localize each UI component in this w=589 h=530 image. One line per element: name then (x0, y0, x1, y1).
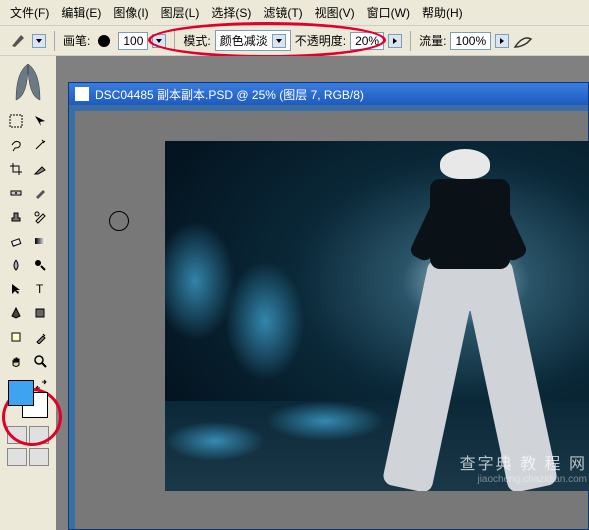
document-content[interactable]: 查字典 教 程 网 jiaocheng.chazidian.com (75, 111, 588, 529)
stamp-tool[interactable] (5, 206, 27, 228)
brush-size-input[interactable]: 100 (118, 32, 148, 50)
menu-layer[interactable]: 图层(L) (155, 2, 206, 23)
brush-cursor-icon (109, 211, 129, 231)
opacity-input[interactable]: 20% (350, 32, 384, 50)
menu-bar: 文件(F) 编辑(E) 图像(I) 图层(L) 选择(S) 滤镜(T) 视图(V… (0, 0, 589, 26)
menu-window[interactable]: 窗口(W) (361, 2, 416, 23)
lasso-tool[interactable] (5, 134, 27, 156)
blend-mode-value: 颜色减淡 (220, 32, 268, 49)
mode-label: 模式: (183, 32, 210, 49)
image-glow (265, 401, 385, 441)
opacity-slider-toggle[interactable] (388, 34, 402, 48)
menu-edit[interactable]: 编辑(E) (55, 2, 107, 23)
app-logo-icon (4, 60, 52, 108)
shape-tool[interactable] (29, 302, 51, 324)
svg-text:T: T (36, 282, 44, 296)
pen-tool[interactable] (5, 302, 27, 324)
separator (174, 31, 175, 51)
menu-image[interactable]: 图像(I) (107, 2, 154, 23)
foreground-swatch[interactable] (8, 380, 34, 406)
flow-slider-toggle[interactable] (495, 34, 509, 48)
menu-select[interactable]: 选择(S) (205, 2, 257, 23)
workspace: T (0, 56, 589, 530)
type-tool[interactable]: T (29, 278, 51, 300)
crop-tool[interactable] (5, 158, 27, 180)
opacity-label: 不透明度: (295, 32, 346, 49)
marquee-tool[interactable] (5, 110, 27, 132)
history-brush-tool[interactable] (29, 206, 51, 228)
canvas-area: DSC04485 副本副本.PSD @ 25% (图层 7, RGB/8) (56, 56, 589, 530)
color-swatch-area (6, 378, 50, 418)
menu-help[interactable]: 帮助(H) (416, 2, 469, 23)
watermark-text: 查字典 教 程 网 (460, 456, 587, 473)
swap-colors-icon[interactable] (34, 378, 48, 392)
flow-label: 流量: (419, 32, 446, 49)
tool-preset-dropdown[interactable] (32, 34, 46, 48)
gradient-tool[interactable] (29, 230, 51, 252)
zoom-tool[interactable] (29, 350, 51, 372)
canvas-image[interactable]: 查字典 教 程 网 jiaocheng.chazidian.com (165, 141, 589, 491)
quickmask-on[interactable] (29, 426, 49, 444)
brush-dropdown[interactable] (152, 34, 166, 48)
brush-preview-icon[interactable] (94, 31, 114, 51)
tool-grid: T (5, 110, 51, 372)
quickmask-off[interactable] (7, 426, 27, 444)
separator (410, 31, 411, 51)
heal-tool[interactable] (5, 182, 27, 204)
toolbox: T (0, 56, 56, 530)
menu-view[interactable]: 视图(V) (309, 2, 361, 23)
wand-tool[interactable] (29, 134, 51, 156)
image-glow (165, 421, 265, 461)
brush-tool[interactable] (29, 182, 51, 204)
screen-standard[interactable] (7, 448, 27, 466)
menu-file[interactable]: 文件(F) (4, 2, 55, 23)
image-glow (225, 261, 305, 381)
slice-tool[interactable] (29, 158, 51, 180)
path-select-tool[interactable] (5, 278, 27, 300)
document-icon (75, 87, 89, 101)
screen-full-menu[interactable] (29, 448, 49, 466)
eyedropper-tool[interactable] (29, 326, 51, 348)
document-title: DSC04485 副本副本.PSD @ 25% (图层 7, RGB/8) (95, 86, 364, 103)
separator (54, 31, 55, 51)
move-tool[interactable] (29, 110, 51, 132)
watermark: 查字典 教 程 网 jiaocheng.chazidian.com (460, 450, 587, 485)
eraser-tool[interactable] (5, 230, 27, 252)
airbrush-icon[interactable] (513, 31, 533, 51)
tool-preset-icon[interactable] (8, 31, 28, 51)
blend-mode-select[interactable]: 颜色减淡 (215, 30, 291, 51)
hand-tool[interactable] (5, 350, 27, 372)
notes-tool[interactable] (5, 326, 27, 348)
menu-filter[interactable]: 滤镜(T) (257, 2, 308, 23)
image-figure (385, 141, 575, 491)
blur-tool[interactable] (5, 254, 27, 276)
document-window: DSC04485 副本副本.PSD @ 25% (图层 7, RGB/8) (68, 82, 589, 530)
screen-mode-area (7, 426, 49, 466)
watermark-sub: jiaocheng.chazidian.com (460, 474, 587, 485)
chevron-down-icon (272, 34, 286, 48)
dodge-tool[interactable] (29, 254, 51, 276)
document-titlebar[interactable]: DSC04485 副本副本.PSD @ 25% (图层 7, RGB/8) (69, 83, 588, 105)
brush-label: 画笔: (63, 32, 90, 49)
flow-input[interactable]: 100% (450, 32, 491, 50)
options-bar: 画笔: 100 模式: 颜色减淡 不透明度: 20% 流量: 100% (0, 26, 589, 56)
